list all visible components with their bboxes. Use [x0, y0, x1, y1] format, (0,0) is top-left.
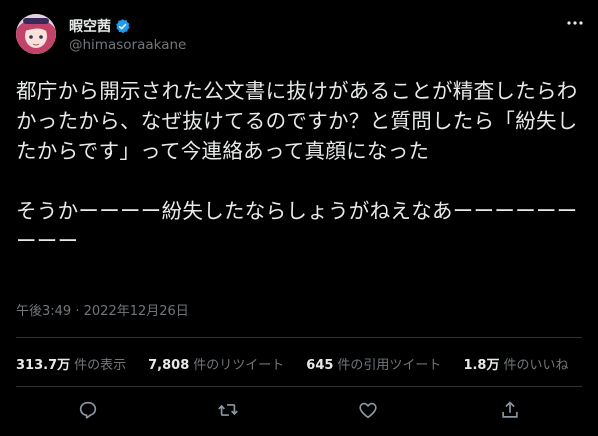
tweet-stats: 313.7万 件の表示 7,808 件のリツイート 645 件の引用ツイート 1.8万…: [16, 354, 590, 373]
retweet-icon[interactable]: [217, 399, 239, 421]
tweet-date: 2022年12月26日: [83, 304, 189, 319]
stat-likes[interactable]: 1.8万 件のいいね: [463, 354, 568, 373]
avatar[interactable]: [16, 14, 56, 54]
author-name-row[interactable]: 暇空茜: [69, 16, 131, 36]
tweet-time: 午後3:49: [16, 304, 72, 319]
stat-views-label: 件の表示: [74, 358, 127, 373]
verified-badge-icon: [116, 18, 130, 33]
more-icon[interactable]: [566, 18, 584, 28]
share-icon[interactable]: [499, 399, 521, 421]
stat-likes-label: 件のいいね: [503, 358, 569, 373]
meta-separator: ·: [75, 304, 80, 319]
reply-icon[interactable]: [77, 399, 99, 421]
stat-quotes-label: 件の引用ツイート: [337, 358, 442, 373]
tweet: 暇空茜 @himasoraakane 都庁から開示された公文書に抜けがあることが…: [0, 0, 598, 436]
tweet-timestamp[interactable]: 午後3:49 · 2022年12月26日: [16, 300, 189, 319]
stat-views[interactable]: 313.7万 件の表示: [16, 354, 126, 373]
stat-likes-value: 1.8万: [463, 358, 500, 373]
stat-retweets-label: 件のリツイート: [193, 358, 285, 373]
stat-retweets-value: 7,808: [148, 358, 190, 373]
avatar-image: [16, 14, 56, 54]
handle[interactable]: @himasoraakane: [69, 37, 186, 53]
stat-views-value: 313.7万: [16, 358, 71, 373]
divider: [16, 386, 582, 387]
stat-quotes[interactable]: 645 件の引用ツイート: [306, 354, 441, 373]
tweet-text: 都庁から開示された公文書に抜けがあることが精査したらわかったから、なぜ抜けてるの…: [16, 79, 578, 253]
action-bar: [0, 399, 598, 425]
stat-retweets[interactable]: 7,808 件のリツイート: [148, 354, 284, 373]
like-icon[interactable]: [357, 399, 379, 421]
stat-quotes-value: 645: [306, 358, 334, 373]
display-name[interactable]: 暇空茜: [69, 16, 111, 36]
divider: [16, 337, 582, 338]
